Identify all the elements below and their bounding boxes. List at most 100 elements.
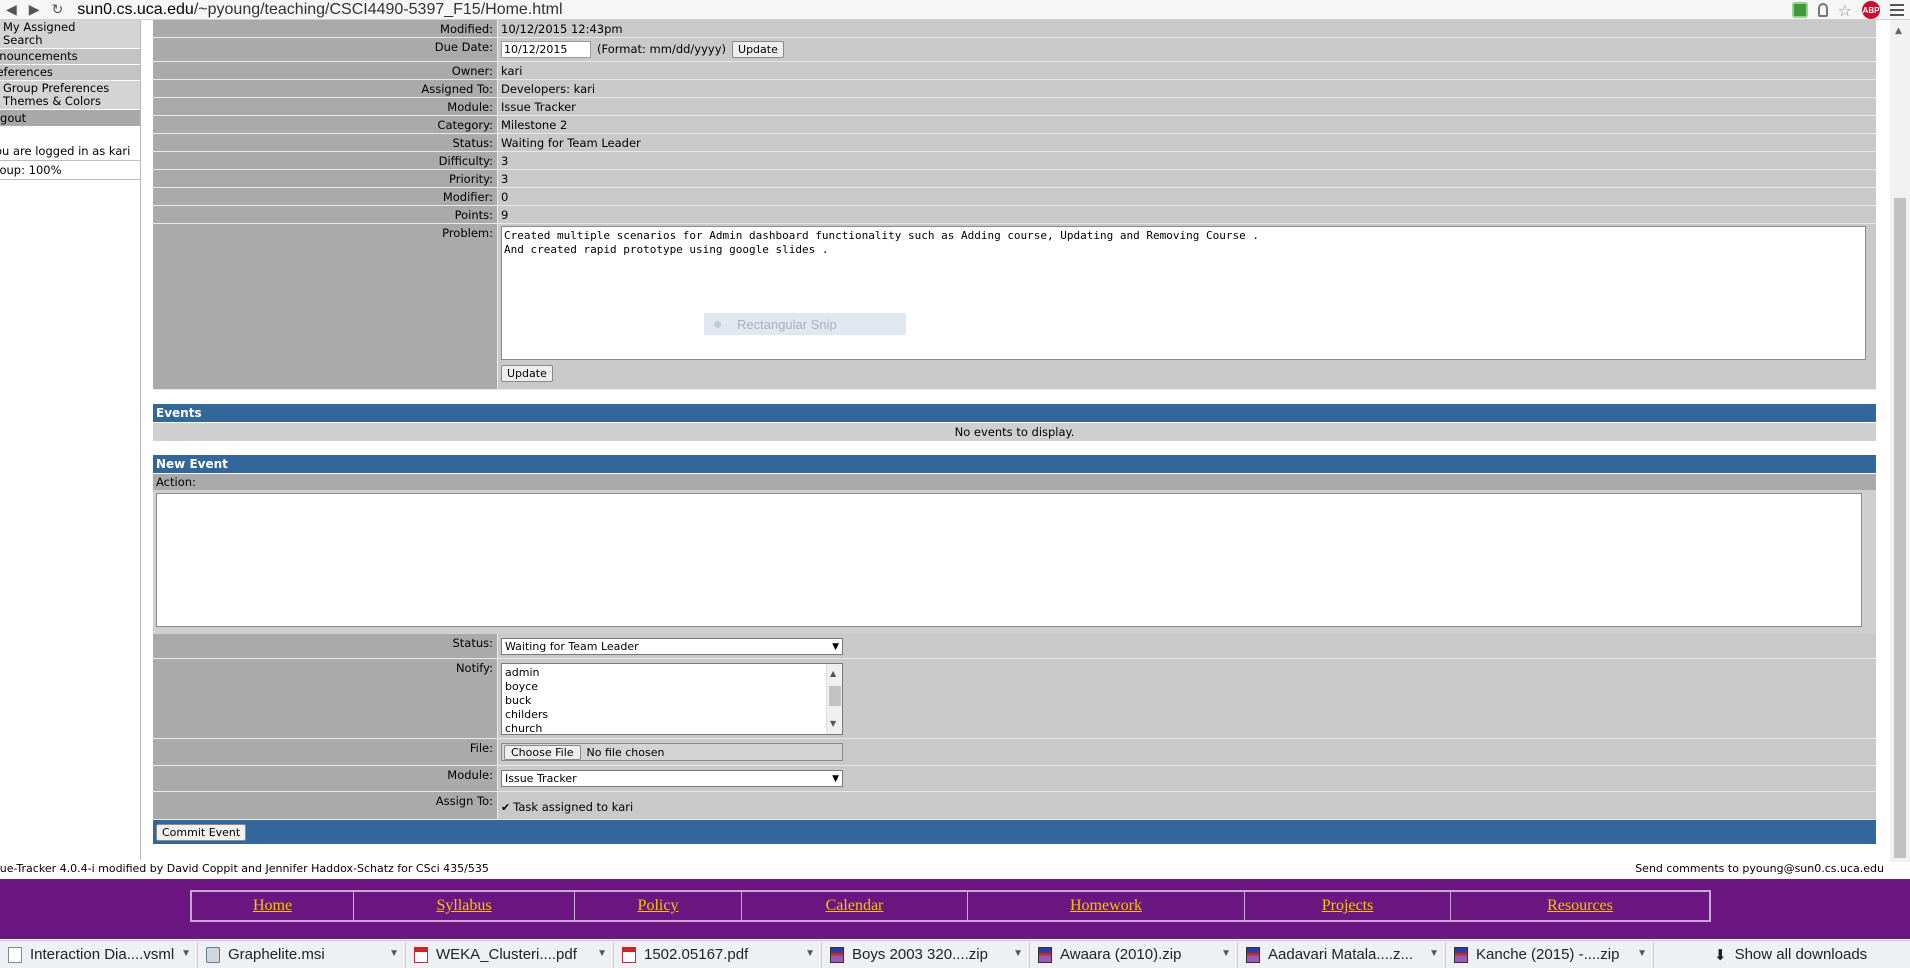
list-item[interactable]: buck: [505, 694, 839, 708]
field-label: Difficulty:: [153, 152, 498, 169]
scrollbar-thumb[interactable]: [1894, 198, 1906, 858]
choose-file-button[interactable]: Choose File: [504, 744, 581, 760]
notify-listbox[interactable]: admin boyce buck childers church ▲ ▼: [501, 663, 843, 735]
forward-icon[interactable]: ▶: [29, 2, 40, 18]
module-select[interactable]: Issue Tracker ▼: [501, 770, 843, 787]
download-item[interactable]: Kanche (2015) -....zip ▼: [1446, 941, 1654, 968]
chevron-down-icon[interactable]: ▼: [181, 948, 191, 959]
nav-link-homework[interactable]: Homework: [968, 892, 1245, 920]
new-status-row: Status: Waiting for Team Leader ▼: [153, 634, 1876, 659]
file-icon: [8, 946, 22, 963]
chevron-down-icon[interactable]: ▼: [805, 948, 815, 959]
status-select-value: Waiting for Team Leader: [505, 640, 639, 653]
file-row: File: Choose File No file chosen: [153, 739, 1876, 766]
snipping-tool-tooltip: Rectangular Snip: [704, 313, 906, 335]
site-nav: Home Syllabus Policy Calendar Homework P…: [190, 890, 1711, 922]
difficulty-row: Difficulty: 3: [153, 152, 1876, 170]
logged-in-text: ou are logged in as kari: [0, 142, 140, 161]
problem-textarea[interactable]: Created multiple scenarios for Admin das…: [501, 226, 1866, 360]
chevron-down-icon[interactable]: ▼: [1221, 948, 1231, 959]
assign-to-row: Assign To: ✔ Task assigned to kari: [153, 792, 1876, 820]
spacer: [153, 441, 1876, 455]
reload-icon[interactable]: ↻: [52, 2, 64, 18]
show-all-downloads-label: Show all downloads: [1734, 946, 1868, 963]
new-event-header: New Event: [153, 455, 1876, 474]
download-name: Boys 2003 320....zip: [852, 946, 988, 963]
status-select[interactable]: Waiting for Team Leader ▼: [501, 638, 843, 655]
chevron-down-icon[interactable]: ▼: [1013, 948, 1023, 959]
priority-row: Priority: 3: [153, 170, 1876, 188]
bookmark-star-icon[interactable]: ☆: [1838, 1, 1852, 20]
downloads-bar: Interaction Dia....vsml ▼ Graphelite.msi…: [0, 940, 1910, 968]
adblock-icon[interactable]: ABP: [1862, 1, 1880, 19]
snip-mode-icon: [714, 320, 721, 328]
notify-scrollbar[interactable]: ▲ ▼: [826, 664, 842, 734]
menu-icon[interactable]: [1890, 4, 1904, 16]
commit-bar: Commit Event: [153, 820, 1876, 844]
list-item[interactable]: boyce: [505, 680, 839, 694]
zip-icon: [830, 946, 844, 963]
scroll-up-icon[interactable]: ▲: [1895, 26, 1902, 36]
installer-icon: [206, 946, 220, 963]
nav-link-syllabus[interactable]: Syllabus: [354, 892, 575, 920]
field-label: Module:: [153, 98, 498, 115]
points-value: 9: [501, 208, 509, 222]
due-date-format-hint: (Format: mm/dd/yyyy): [597, 42, 727, 56]
scroll-up-icon[interactable]: ▲: [830, 667, 836, 681]
footer: sue-Tracker 4.0.4-i modified by David Co…: [0, 862, 1890, 876]
url-field[interactable]: sun0.cs.uca.edu/~pyoung/teaching/CSCI449…: [77, 1, 562, 19]
back-icon[interactable]: ◀: [6, 2, 17, 18]
scrollbar-thumb[interactable]: [829, 686, 841, 706]
sidebar-item-announcements[interactable]: nnouncements: [0, 49, 140, 65]
nav-link-calendar[interactable]: Calendar: [742, 892, 968, 920]
problem-update-button[interactable]: Update: [501, 365, 553, 382]
action-textarea[interactable]: [156, 493, 1862, 627]
nav-link-home[interactable]: Home: [192, 892, 354, 920]
owner-value: kari: [501, 64, 523, 78]
chevron-down-icon[interactable]: ▼: [1637, 948, 1647, 959]
show-all-downloads-link[interactable]: ⬇ Show all downloads: [1714, 946, 1867, 964]
dropdown-arrow-icon: ▼: [832, 773, 839, 784]
download-item[interactable]: 1502.05167.pdf ▼: [614, 941, 822, 968]
nav-link-policy[interactable]: Policy: [575, 892, 742, 920]
list-item[interactable]: church: [505, 722, 839, 734]
chevron-down-icon[interactable]: ▼: [389, 948, 399, 959]
download-item[interactable]: Aadavari Matala....z... ▼: [1238, 941, 1446, 968]
priority-value: 3: [501, 172, 509, 186]
key-icon[interactable]: [1817, 3, 1828, 17]
sidebar-item-group-preferences[interactable]: Group Preferences Themes & Colors: [0, 81, 140, 110]
due-date-input[interactable]: 10/12/2015: [501, 40, 591, 58]
list-item[interactable]: childers: [505, 708, 839, 722]
field-label: Notify:: [153, 659, 498, 738]
due-date-update-button[interactable]: Update: [732, 40, 784, 58]
footer-comments: Send comments to pyoung@sun0.cs.uca.edu: [1635, 862, 1884, 875]
extension-m-icon[interactable]: [1791, 2, 1808, 18]
category-value: Milestone 2: [501, 118, 568, 132]
sidebar-item-logout[interactable]: ogout: [0, 110, 140, 127]
download-item[interactable]: Awaara (2010).zip ▼: [1030, 941, 1238, 968]
sidebar-item-my-assigned-search[interactable]: My Assigned Search: [0, 20, 140, 49]
download-item[interactable]: WEKA_Clusteri....pdf ▼: [406, 941, 614, 968]
sidebar-item-label: Themes & Colors: [3, 94, 101, 108]
download-item[interactable]: Boys 2003 320....zip ▼: [822, 941, 1030, 968]
download-item[interactable]: Graphelite.msi ▼: [198, 941, 406, 968]
problem-row: Problem: Created multiple scenarios for …: [153, 224, 1876, 390]
modified-row: Modified: 10/12/2015 12:43pm: [153, 20, 1876, 38]
page-scrollbar[interactable]: ▲: [1890, 20, 1910, 862]
assigned-to-value: Developers: kari: [501, 82, 596, 96]
status-row: Status: Waiting for Team Leader: [153, 134, 1876, 152]
nav-link-resources[interactable]: Resources: [1451, 892, 1709, 920]
nav-link-projects[interactable]: Projects: [1245, 892, 1451, 920]
download-item[interactable]: Interaction Dia....vsml ▼: [0, 941, 198, 968]
chevron-down-icon[interactable]: ▼: [597, 948, 607, 959]
sidebar-item-preferences[interactable]: references: [0, 65, 140, 81]
field-label: Assigned To:: [153, 80, 498, 97]
file-input[interactable]: Choose File No file chosen: [501, 743, 843, 761]
list-item[interactable]: admin: [505, 666, 839, 680]
zip-icon: [1246, 946, 1260, 963]
status-value: Waiting for Team Leader: [501, 136, 641, 150]
commit-event-button[interactable]: Commit Event: [156, 824, 247, 841]
chevron-down-icon[interactable]: ▼: [1429, 948, 1439, 959]
scroll-down-icon[interactable]: ▼: [830, 717, 836, 731]
assign-checkbox[interactable]: ✔: [501, 801, 510, 814]
